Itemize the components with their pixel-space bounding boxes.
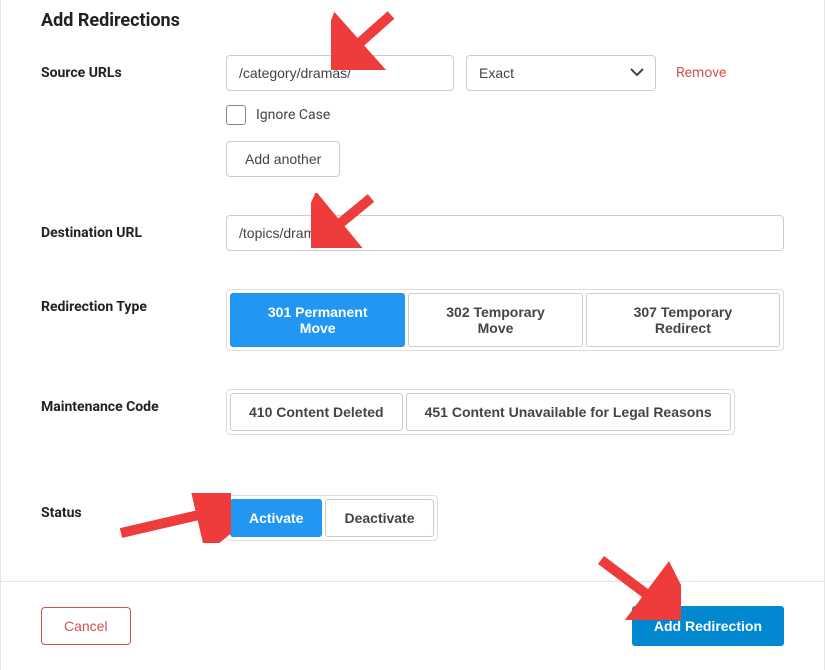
ignore-case-checkbox[interactable] xyxy=(226,105,246,125)
match-type-select[interactable]: Exact xyxy=(466,55,656,91)
add-redirection-button[interactable]: Add Redirection xyxy=(632,606,784,646)
status-group: Activate Deactivate xyxy=(226,495,438,541)
status-activate[interactable]: Activate xyxy=(230,499,322,537)
redirection-type-label: Redirection Type xyxy=(41,289,226,315)
add-another-button[interactable]: Add another xyxy=(226,141,340,177)
redirection-type-301[interactable]: 301 Permanent Move xyxy=(230,293,405,347)
redirection-type-group: 301 Permanent Move 302 Temporary Move 30… xyxy=(226,289,784,351)
destination-url-label: Destination URL xyxy=(41,215,226,241)
remove-link[interactable]: Remove xyxy=(676,65,726,81)
maintenance-code-451[interactable]: 451 Content Unavailable for Legal Reason… xyxy=(406,393,731,431)
source-urls-label: Source URLs xyxy=(41,55,226,81)
redirection-type-307[interactable]: 307 Temporary Redirect xyxy=(586,293,780,347)
status-deactivate[interactable]: Deactivate xyxy=(325,499,433,537)
redirection-type-302[interactable]: 302 Temporary Move xyxy=(408,293,582,347)
maintenance-code-label: Maintenance Code xyxy=(41,389,226,415)
maintenance-code-group: 410 Content Deleted 451 Content Unavaila… xyxy=(226,389,735,435)
cancel-button[interactable]: Cancel xyxy=(41,607,131,645)
source-url-input[interactable] xyxy=(226,55,454,91)
ignore-case-label: Ignore Case xyxy=(256,107,330,123)
status-label: Status xyxy=(41,495,226,521)
page-title: Add Redirections xyxy=(41,10,784,31)
maintenance-code-410[interactable]: 410 Content Deleted xyxy=(230,393,403,431)
destination-url-input[interactable] xyxy=(226,215,784,251)
